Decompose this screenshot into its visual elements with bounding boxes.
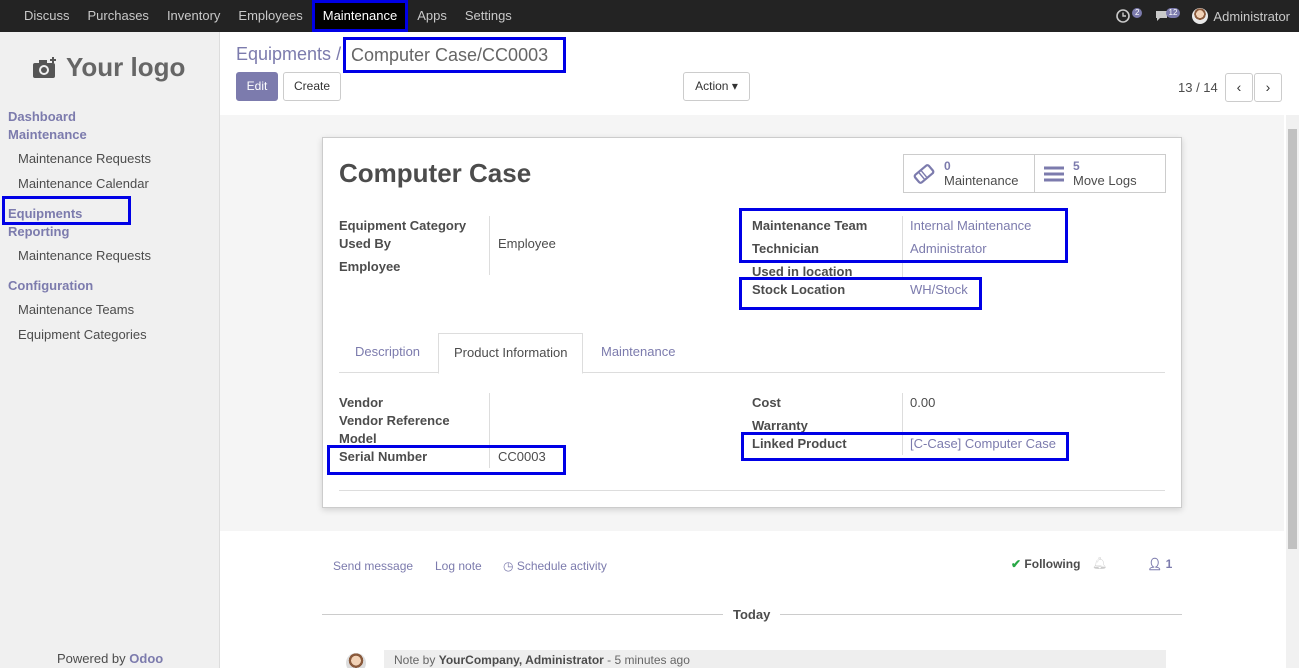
activity-badge: 2 [1131, 8, 1143, 18]
sidebar-item-maintenance-requests[interactable]: Maintenance Requests [18, 151, 151, 166]
powered-prefix: Powered by [57, 651, 126, 666]
used-by-label: Used By [339, 236, 392, 251]
create-button[interactable]: Create [283, 72, 341, 101]
following-button[interactable]: ✔ Following [1011, 557, 1080, 571]
messages-badge: 12 [1165, 8, 1181, 18]
note-prefix: Note by [394, 653, 436, 667]
bell-icon[interactable]: 🔔︎ [1092, 556, 1107, 570]
menu-apps[interactable]: Apps [408, 0, 456, 32]
highlight-team-technician [739, 208, 1068, 263]
chevron-right-icon: › [1265, 79, 1271, 95]
sidebar: Your logo Dashboard Maintenance Maintena… [0, 32, 220, 668]
smart-button-move-logs[interactable]: 5 Move Logs [1034, 154, 1166, 193]
sidebar-dashboard[interactable]: Dashboard [8, 109, 76, 124]
user-icon: 👤︎ [1147, 557, 1163, 571]
schedule-activity-label: Schedule activity [516, 559, 607, 573]
user-name: Administrator [1213, 8, 1290, 24]
cost-value[interactable]: 0.00 [910, 395, 935, 410]
highlight-linked-product [741, 432, 1069, 461]
model-label: Model [339, 431, 377, 446]
equipment-category-label: Equipment Category [339, 218, 467, 233]
sidebar-item-equipment-categories[interactable]: Equipment Categories [18, 327, 147, 342]
edit-button[interactable]: Edit [236, 72, 278, 101]
followers-count: 1 [1165, 557, 1173, 571]
powered-brand[interactable]: Odoo [129, 651, 163, 666]
sidebar-maintenance[interactable]: Maintenance [8, 127, 87, 142]
note-author[interactable]: YourCompany, Administrator [439, 653, 604, 667]
following-label: Following [1024, 557, 1081, 571]
move-logs-count: 5 [1073, 159, 1080, 173]
vendor-label: Vendor [339, 395, 384, 410]
caret-down-icon: ▾ [731, 79, 738, 93]
date-separator-today: Today [723, 607, 781, 622]
followers-button[interactable]: 👤︎ 1 [1147, 557, 1172, 571]
note-message: Note by YourCompany, Administrator - 5 m… [384, 650, 1166, 668]
app-menu: Discuss Purchases Inventory Employees Ma… [0, 0, 521, 32]
schedule-activity-button[interactable]: ◷ Schedule activity [503, 559, 607, 573]
sidebar-item-maintenance-calendar[interactable]: Maintenance Calendar [18, 176, 149, 191]
sidebar-equipments[interactable]: Equipments [8, 206, 82, 221]
sidebar-item-maintenance-teams[interactable]: Maintenance Teams [18, 302, 134, 317]
action-dropdown[interactable]: Action ▾ [683, 72, 750, 101]
menu-purchases[interactable]: Purchases [79, 0, 158, 32]
list-icon [1044, 166, 1064, 181]
move-logs-label: Move Logs [1073, 173, 1137, 188]
menu-inventory[interactable]: Inventory [158, 0, 229, 32]
breadcrumb: Equipments / [236, 44, 341, 65]
tab-maintenance[interactable]: Maintenance [601, 333, 675, 373]
activity-icon[interactable]: 2 [1116, 8, 1143, 23]
employee-label: Employee [339, 259, 401, 274]
breadcrumb-separator: / [336, 44, 342, 64]
check-icon: ✔ [1011, 557, 1022, 571]
sidebar-reporting[interactable]: Reporting [8, 224, 69, 239]
pager-next-button[interactable]: › [1254, 73, 1282, 102]
pager-value: 13 / 14 [1178, 80, 1218, 95]
form-bottom-divider [339, 490, 1165, 491]
highlight-serial-number [327, 445, 566, 475]
breadcrumb-current: Computer Case/CC0003 [343, 37, 566, 73]
logo-text: Your logo [66, 52, 186, 82]
cost-label: Cost [752, 395, 781, 410]
menu-settings[interactable]: Settings [456, 0, 521, 32]
top-navbar: Discuss Purchases Inventory Employees Ma… [0, 0, 1299, 32]
notebook-tabs: Description Product Information Maintena… [339, 333, 1165, 374]
form-sheet: Computer Case 0 Maintenance 5 Move Logs Eq… [322, 137, 1182, 508]
tab-product-information[interactable]: Product Information [438, 333, 584, 374]
used-by-value[interactable]: Employee [498, 236, 556, 251]
pager-previous-button[interactable]: ‹ [1225, 73, 1253, 102]
message-author-avatar[interactable] [346, 653, 366, 668]
vendor-reference-label: Vendor Reference [339, 413, 450, 428]
chatter: Send message Log note ◷ Schedule activit… [220, 535, 1284, 668]
company-logo[interactable]: Your logo [32, 52, 185, 83]
maintenance-smart-label: Maintenance [944, 173, 1019, 188]
record-title: Computer Case [339, 158, 532, 188]
clock-icon: ◷ [503, 559, 514, 573]
sidebar-configuration[interactable]: Configuration [8, 278, 93, 293]
camera-icon [33, 56, 56, 78]
send-message-button[interactable]: Send message [333, 559, 413, 573]
highlight-stock-location [739, 277, 982, 310]
chevron-left-icon: ‹ [1236, 79, 1242, 95]
menu-maintenance[interactable]: Maintenance [311, 0, 409, 32]
breadcrumb-parent[interactable]: Equipments [236, 44, 331, 64]
tab-description[interactable]: Description [355, 333, 420, 373]
messages-icon[interactable]: 12 [1154, 8, 1181, 23]
note-time: - 5 minutes ago [607, 653, 690, 667]
scrollbar-thumb[interactable] [1288, 129, 1297, 549]
action-label: Action [695, 79, 729, 93]
left-group-divider [489, 216, 490, 275]
powered-by: Powered by Odoo [57, 651, 163, 666]
sidebar-item-reporting-requests[interactable]: Maintenance Requests [18, 248, 151, 263]
menu-employees[interactable]: Employees [229, 0, 311, 32]
warranty-label: Warranty [752, 418, 808, 433]
ticket-icon [913, 163, 935, 184]
user-avatar [1192, 8, 1209, 24]
maintenance-count: 0 [944, 159, 951, 173]
user-menu[interactable]: Administrator [1192, 8, 1290, 24]
log-note-button[interactable]: Log note [435, 559, 482, 573]
smart-button-maintenance[interactable]: 0 Maintenance [903, 154, 1035, 193]
scrollbar[interactable] [1286, 115, 1299, 668]
menu-discuss[interactable]: Discuss [15, 0, 79, 32]
